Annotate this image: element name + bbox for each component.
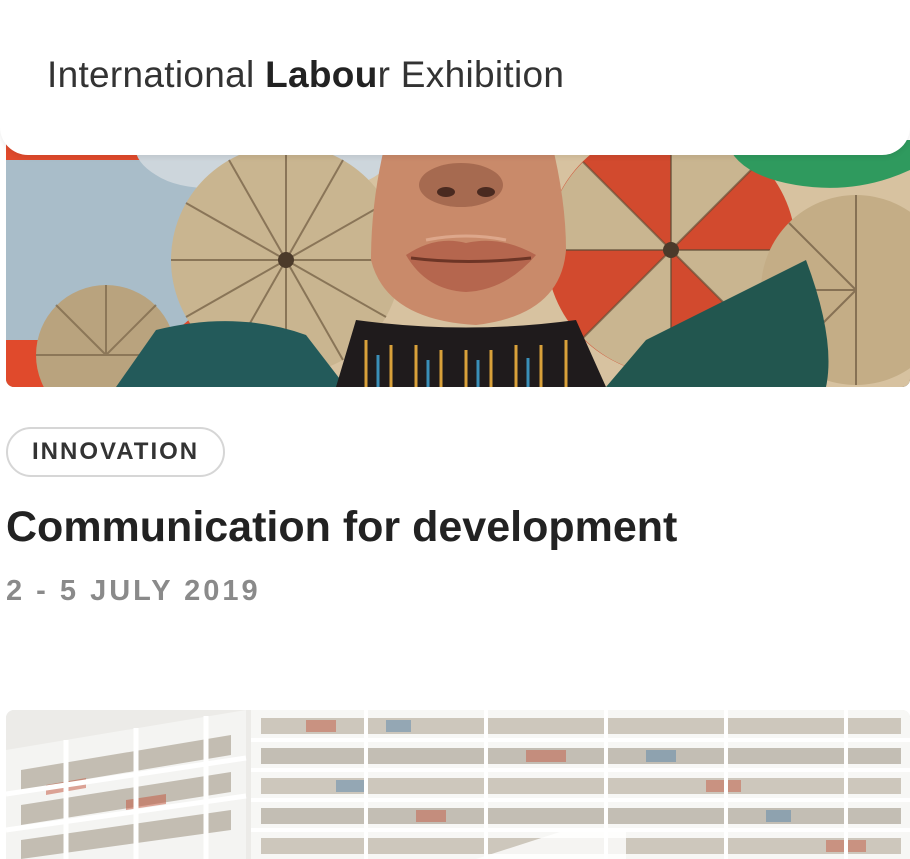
event-title[interactable]: Communication for development bbox=[6, 503, 677, 552]
brand-bold: Labou bbox=[265, 54, 378, 95]
site-logo[interactable]: International Labour Exhibition bbox=[47, 54, 564, 96]
library-illustration bbox=[6, 710, 910, 859]
event-image-library[interactable] bbox=[6, 710, 910, 859]
brand-suffix: r Exhibition bbox=[377, 54, 565, 95]
mural-illustration bbox=[6, 140, 910, 387]
brand-prefix: International bbox=[47, 54, 266, 95]
event-image-mural[interactable] bbox=[6, 140, 910, 387]
event-date: 2 - 5 JULY 2019 bbox=[6, 575, 261, 607]
app-header: International Labour Exhibition bbox=[0, 0, 910, 155]
category-tag[interactable]: INNOVATION bbox=[6, 427, 226, 477]
